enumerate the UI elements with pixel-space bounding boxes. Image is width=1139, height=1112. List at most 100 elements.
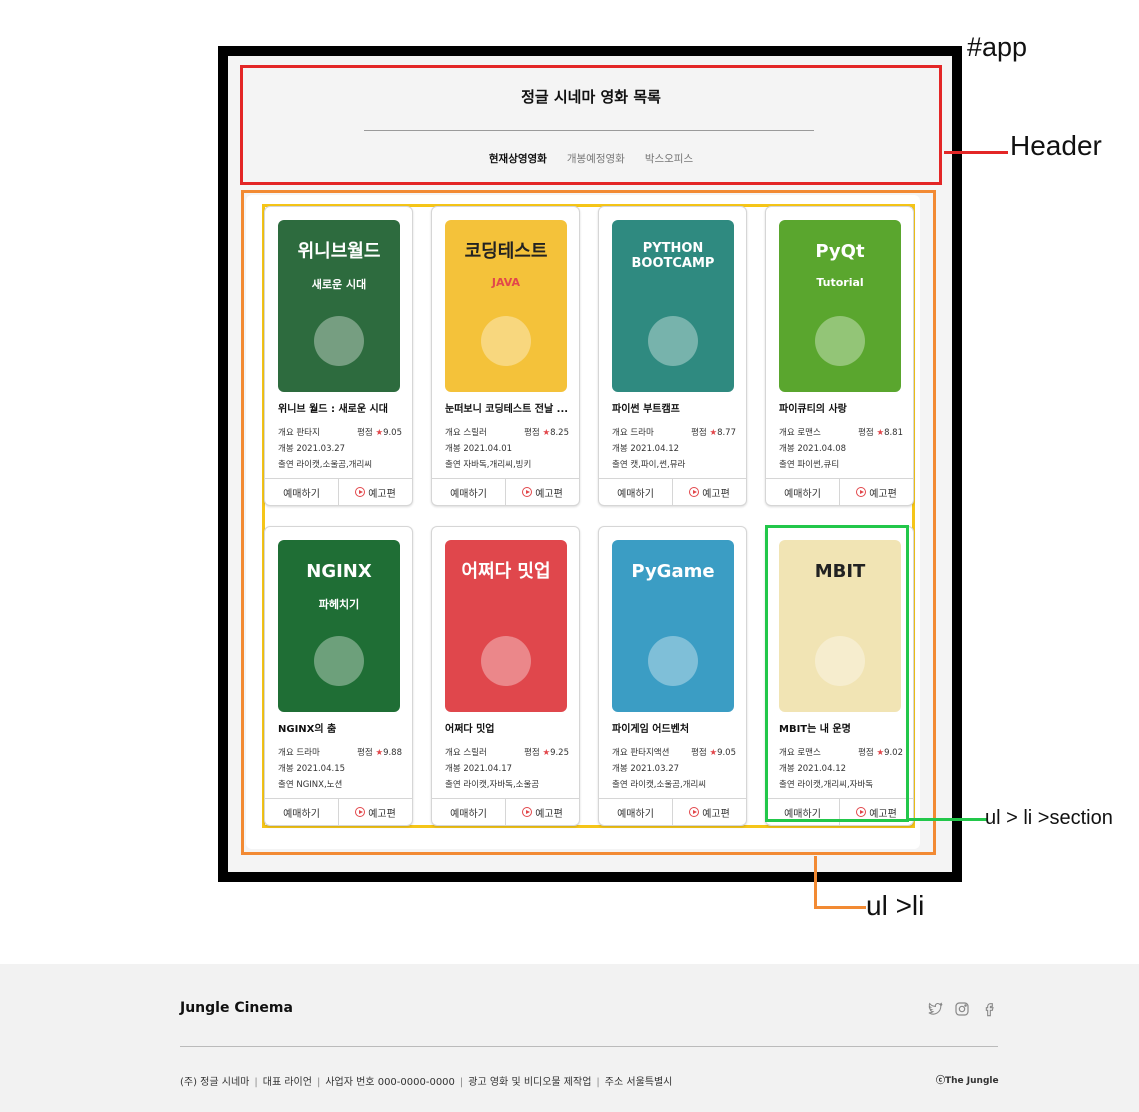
card-actions: 예매하기 예고편	[265, 478, 412, 505]
poster-character	[815, 316, 865, 366]
trailer-button[interactable]: 예고편	[338, 479, 412, 505]
footer: Jungle Cinema (주) 정글 시네마 | 대표 라이언 | 사업자 번호 0…	[0, 964, 1139, 1112]
poster-title: PyQt	[815, 241, 865, 262]
trailer-button[interactable]: 예고편	[672, 799, 746, 825]
rating-label: 평점	[858, 428, 874, 438]
cast-label: 출연	[612, 780, 628, 790]
trailer-button[interactable]: 예고편	[338, 799, 412, 825]
movie-card: PYTHON BOOTCAMP 파이썬 부트캠프 개요 드라마 평점 ★8.77…	[598, 206, 747, 506]
trailer-button[interactable]: 예고편	[672, 479, 746, 505]
movie-tabs: 현재상영영화 개봉예정영화 박스오피스	[240, 151, 942, 166]
genre-label: 개요	[445, 428, 461, 438]
biz-number: 000-0000-0000	[377, 1077, 455, 1088]
movie-rating: 평점 ★8.77	[691, 426, 736, 438]
poster-character	[481, 636, 531, 686]
movie-cast-row: 출연 NGINX,노션	[278, 778, 402, 790]
movie-genre: 드라마	[630, 428, 654, 438]
cast-label: 출연	[278, 780, 294, 790]
trailer-button-label: 예고편	[368, 808, 396, 820]
movie-poster[interactable]: 코딩테스트 JAVA	[445, 220, 567, 392]
poster-character	[481, 316, 531, 366]
release-label: 개봉	[445, 764, 461, 774]
movie-genre-row: 개요 스릴러 평점 ★9.25	[445, 746, 569, 758]
play-icon	[689, 807, 700, 817]
tab-box-office[interactable]: 박스오피스	[645, 151, 693, 166]
movie-cast: 캣,파이,썬,뮤라	[630, 460, 686, 470]
movie-release-row: 개봉 2021.03.27	[278, 442, 402, 454]
movie-poster[interactable]: PyQt Tutorial	[779, 220, 901, 392]
movie-release-row: 개봉 2021.04.12	[612, 442, 736, 454]
genre-label: 개요	[779, 428, 795, 438]
app-annotation-label: #app	[967, 32, 1028, 62]
movie-poster[interactable]: NGINX 파헤치기	[278, 540, 400, 712]
trailer-button[interactable]: 예고편	[505, 799, 579, 825]
movie-release-row: 개봉 2021.03.27	[612, 762, 736, 774]
star-icon: ★	[375, 748, 384, 758]
poster-character	[648, 316, 698, 366]
reserve-button[interactable]: 예매하기	[265, 479, 338, 505]
section-annotation-connector	[909, 818, 987, 821]
star-icon: ★	[542, 748, 551, 758]
li-annotation-connector-horizontal	[814, 906, 866, 909]
movie-cast-row: 출연 캣,파이,썬,뮤라	[612, 458, 736, 470]
ceo-label: 대표	[262, 1077, 282, 1088]
movie-card: NGINX 파헤치기 NGINX의 춤 개요 드라마 평점 ★9.88 개봉 2…	[264, 526, 413, 826]
card-actions: 예매하기 예고편	[599, 478, 746, 505]
star-icon: ★	[709, 748, 718, 758]
poster-title: PyGame	[631, 561, 715, 582]
movie-release: 2021.03.27	[630, 764, 680, 774]
movie-release: 2021.04.15	[296, 764, 346, 774]
rating-label: 평점	[691, 748, 707, 758]
movie-release: 2021.03.27	[296, 444, 346, 454]
reserve-button[interactable]: 예매하기	[432, 479, 505, 505]
star-icon: ★	[709, 428, 718, 438]
reserve-button[interactable]: 예매하기	[432, 799, 505, 825]
reserve-button[interactable]: 예매하기	[265, 799, 338, 825]
reserve-button[interactable]: 예매하기	[766, 479, 839, 505]
rating-label: 평점	[524, 428, 540, 438]
movie-poster[interactable]: PyGame	[612, 540, 734, 712]
poster-subtitle: JAVA	[491, 276, 521, 289]
genre-label: 개요	[612, 748, 628, 758]
rating-label: 평점	[691, 428, 707, 438]
movie-cast-row: 출연 파이썬,큐티	[779, 458, 903, 470]
movie-cast-row: 출연 자바독,개리씨,빙키	[445, 458, 569, 470]
movie-poster[interactable]: PYTHON BOOTCAMP	[612, 220, 734, 392]
poster-title: 코딩테스트	[464, 241, 548, 262]
trailer-button[interactable]: 예고편	[839, 479, 913, 505]
tab-now-showing[interactable]: 현재상영영화	[489, 151, 547, 166]
header-divider	[364, 130, 814, 131]
reserve-button-label: 예매하기	[283, 488, 320, 500]
header-annotation-connector	[944, 151, 1008, 154]
movie-poster[interactable]: 어쩌다 밋업	[445, 540, 567, 712]
tab-upcoming[interactable]: 개봉예정영화	[567, 151, 625, 166]
movie-title: 파이게임 어드벤처	[612, 724, 690, 735]
header-annotation-label: Header	[1010, 130, 1102, 161]
twitter-icon[interactable]	[926, 1000, 943, 1017]
trailer-button[interactable]: 예고편	[505, 479, 579, 505]
movie-genre-row: 개요 판타지 평점 ★9.05	[278, 426, 402, 438]
instagram-icon[interactable]	[953, 1000, 970, 1017]
cast-label: 출연	[779, 460, 795, 470]
li-annotation-connector-vertical	[814, 856, 817, 908]
poster-title: 위니브월드	[297, 241, 381, 262]
movie-release: 2021.04.08	[797, 444, 847, 454]
play-icon	[522, 807, 533, 817]
movie-cast-row: 출연 라이캣,자바독,소울곰	[445, 778, 569, 790]
section-annotation-box	[765, 525, 909, 822]
reserve-button[interactable]: 예매하기	[599, 799, 672, 825]
reserve-button[interactable]: 예매하기	[599, 479, 672, 505]
movie-genre: 판타지	[296, 428, 320, 438]
movie-poster[interactable]: 위니브월드 새로운 시대	[278, 220, 400, 392]
movie-cast: 파이썬,큐티	[797, 460, 840, 470]
movie-genre-row: 개요 판타지액션 평점 ★9.05	[612, 746, 736, 758]
facebook-icon[interactable]	[980, 1000, 997, 1017]
movie-release-row: 개봉 2021.04.15	[278, 762, 402, 774]
trailer-button-label: 예고편	[702, 488, 730, 500]
biz-label: 사업자 번호	[325, 1077, 375, 1088]
movie-release: 2021.04.01	[463, 444, 513, 454]
rating-value: 9.25	[550, 748, 569, 758]
movie-title: 파이큐티의 사랑	[779, 404, 847, 415]
reserve-button-label: 예매하기	[283, 808, 320, 820]
poster-character	[314, 316, 364, 366]
